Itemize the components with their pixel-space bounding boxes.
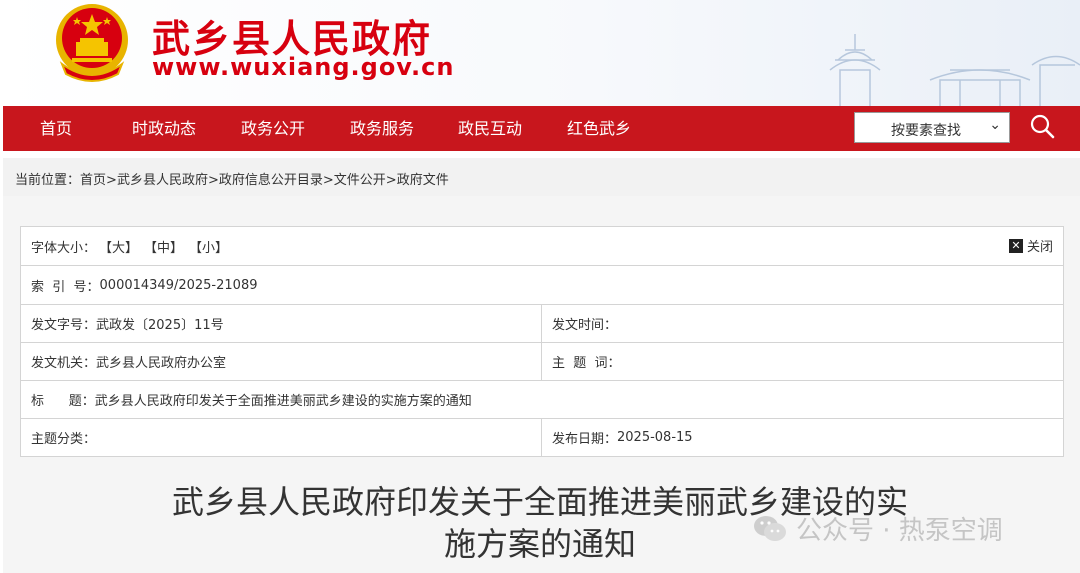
publish-date-cell: 发布日期： 2025-08-15 — [552, 419, 693, 456]
category-cell: 主题分类： — [31, 419, 96, 456]
title-value: 武乡县人民政府印发关于全面推进美丽武乡建设的实施方案的通知 — [94, 394, 472, 409]
breadcrumb-sep: > — [385, 173, 397, 188]
doc-no-label: 发文字号： — [31, 318, 97, 333]
title-row: 标 题： 武乡县人民政府印发关于全面推进美丽武乡建设的实施方案的通知 — [21, 380, 1063, 418]
category-row: 主题分类： 发布日期： 2025-08-15 — [21, 418, 1063, 456]
breadcrumb-item-home[interactable]: 首页 — [80, 173, 106, 188]
nav-item-interaction[interactable]: 政民互动 — [458, 106, 522, 151]
issuer-row: 发文机关： 武乡县人民政府办公室 主 题 词： — [21, 342, 1063, 380]
search-icon[interactable] — [1027, 111, 1057, 141]
column-divider — [541, 305, 542, 342]
document-meta-table: 字体大小： 【大】 【中】 【小】 ✕ 关闭 索 引 号： 000014349/… — [20, 226, 1064, 457]
font-size-control: 字体大小： 【大】 【中】 【小】 — [31, 227, 231, 265]
breadcrumb-sep: > — [207, 173, 219, 188]
column-divider — [541, 419, 542, 456]
site-url: www.wuxiang.gov.cn — [152, 53, 455, 81]
issue-time-cell: 发文时间： — [552, 305, 617, 342]
close-button[interactable]: ✕ 关闭 — [1008, 227, 1053, 264]
keywords-cell: 主 题 词： — [552, 343, 621, 380]
title-label: 标 题： — [31, 394, 95, 409]
category-label: 主题分类： — [31, 432, 97, 447]
publish-date-label: 发布日期： — [552, 432, 618, 447]
breadcrumb: 当前位置：首页>武乡县人民政府>政府信息公开目录>文件公开>政府文件 — [15, 169, 449, 188]
site-header: 武乡县人民政府 www.wuxiang.gov.cn — [0, 0, 1080, 106]
issuer-cell: 发文机关： 武乡县人民政府办公室 — [31, 343, 226, 380]
index-value: 000014349/2025-21089 — [99, 277, 258, 293]
breadcrumb-lead: 当前位置： — [15, 173, 81, 188]
keywords-label: 主 题 词： — [552, 356, 621, 371]
breadcrumb-item-gov-docs[interactable]: 政府文件 — [397, 173, 449, 188]
pavilion-skyline-decoration — [829, 34, 1080, 106]
nav-item-red-wuxiang[interactable]: 红色武乡 — [567, 106, 631, 151]
doc-no-cell: 发文字号： 武政发〔2025〕11号 — [31, 305, 224, 342]
wechat-icon — [754, 515, 786, 541]
doc-no-row: 发文字号： 武政发〔2025〕11号 发文时间： — [21, 304, 1063, 342]
font-size-medium-button[interactable]: 【中】 — [144, 237, 183, 256]
doc-no-value: 武政发〔2025〕11号 — [96, 318, 224, 333]
nav-item-news[interactable]: 时政动态 — [132, 106, 196, 151]
index-cell: 索 引 号： 000014349/2025-21089 — [31, 266, 257, 304]
national-emblem-icon — [56, 4, 128, 82]
wechat-watermark: 公众号 · 热泵空调 — [752, 510, 1003, 547]
chevron-down-icon: ⌄ — [989, 117, 1001, 133]
index-label: 索 引 号： — [31, 279, 100, 295]
font-size-large-button[interactable]: 【大】 — [99, 237, 138, 256]
breadcrumb-sep: > — [322, 173, 334, 188]
column-divider — [541, 343, 542, 380]
nav-item-home[interactable]: 首页 — [40, 106, 72, 151]
font-size-small-button[interactable]: 【小】 — [189, 237, 228, 256]
breadcrumb-bar: 当前位置：首页>武乡县人民政府>政府信息公开目录>文件公开>政府文件 — [3, 158, 1080, 196]
search-mode-value: 按要素查找 — [891, 123, 961, 139]
close-icon: ✕ — [1008, 238, 1023, 253]
issuer-value: 武乡县人民政府办公室 — [96, 356, 227, 371]
breadcrumb-item-catalog[interactable]: 政府信息公开目录 — [219, 173, 323, 188]
main-nav: 首页 时政动态 政务公开 政务服务 政民互动 红色武乡 按要素查找 ⌄ — [3, 106, 1080, 151]
close-label: 关闭 — [1026, 240, 1053, 255]
title-cell: 标 题： 武乡县人民政府印发关于全面推进美丽武乡建设的实施方案的通知 — [31, 381, 472, 418]
watermark-text: 公众号 · 热泵空调 — [796, 516, 1003, 546]
issuer-label: 发文机关： — [31, 356, 97, 371]
breadcrumb-item-gov[interactable]: 武乡县人民政府 — [117, 173, 208, 188]
index-row: 索 引 号： 000014349/2025-21089 — [21, 265, 1063, 304]
search-mode-select[interactable]: 按要素查找 ⌄ — [854, 112, 1010, 143]
breadcrumb-sep: > — [106, 173, 117, 188]
font-size-label: 字体大小： — [31, 240, 97, 256]
nav-item-gov-info[interactable]: 政务公开 — [241, 106, 305, 151]
issue-time-label: 发文时间： — [552, 318, 618, 333]
nav-item-services[interactable]: 政务服务 — [350, 106, 414, 151]
font-size-row: 字体大小： 【大】 【中】 【小】 ✕ 关闭 — [21, 227, 1063, 265]
breadcrumb-item-files[interactable]: 文件公开 — [334, 173, 386, 188]
publish-date-value: 2025-08-15 — [617, 430, 693, 445]
